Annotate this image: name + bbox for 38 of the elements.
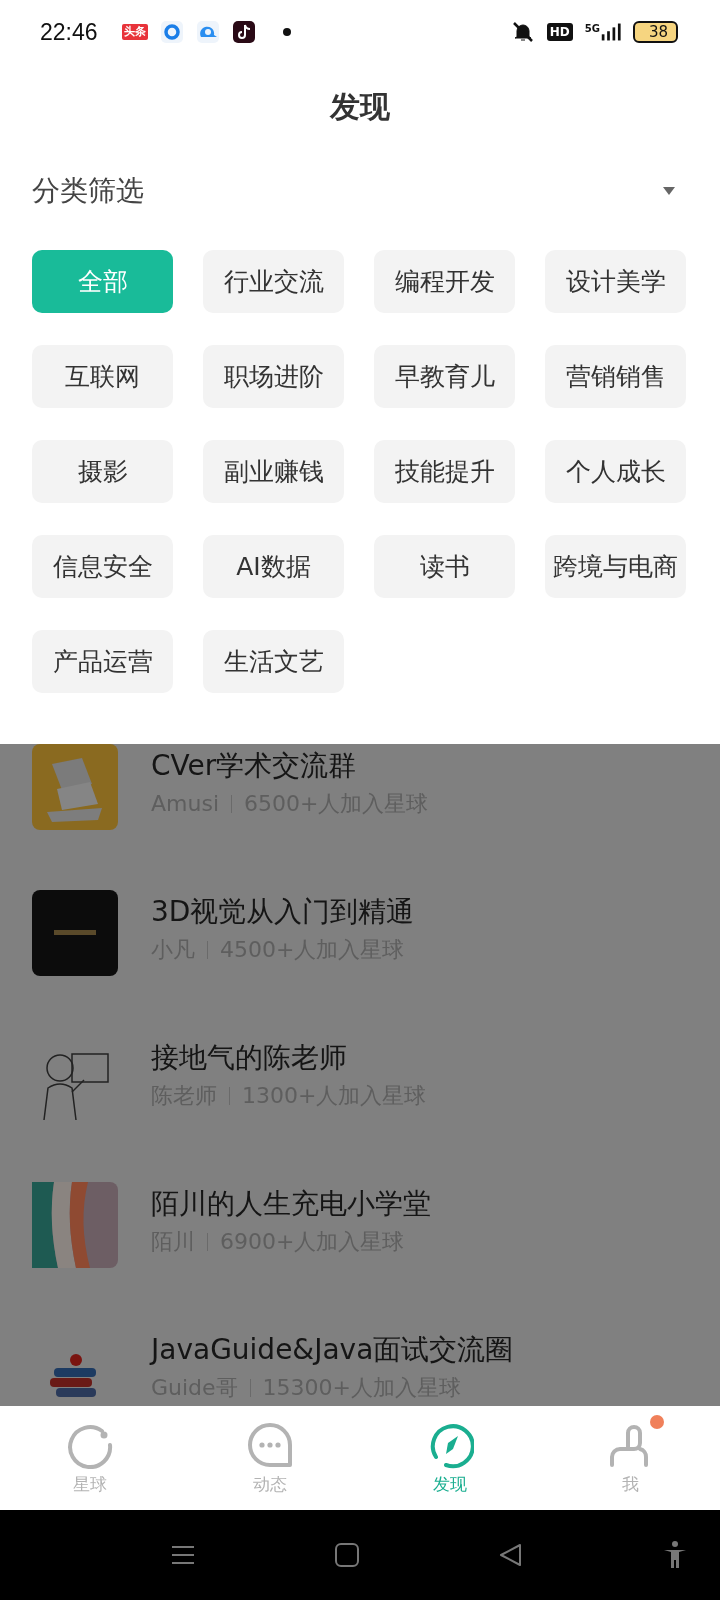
page-title: 发现 bbox=[330, 87, 390, 126]
category-chip[interactable]: 跨境与电商 bbox=[545, 535, 686, 598]
group-title[interactable]: CVer学术交流群 bbox=[151, 748, 429, 784]
caret-icon[interactable] bbox=[663, 186, 675, 196]
home-square-icon[interactable] bbox=[332, 1540, 362, 1570]
notification-dot-icon bbox=[281, 27, 292, 37]
category-chip[interactable]: 行业交流 bbox=[203, 250, 344, 313]
category-chip[interactable]: 营销销售 bbox=[545, 345, 686, 408]
network-type-label: 5G bbox=[584, 23, 600, 34]
hd-badge: HD bbox=[546, 23, 573, 41]
news-app-icon: 头条 bbox=[121, 23, 148, 41]
category-chip[interactable]: 早教育儿 bbox=[374, 345, 515, 408]
group-title[interactable]: 陌川的人生充电小学堂 bbox=[151, 1186, 431, 1222]
category-chip[interactable]: 设计美学 bbox=[545, 250, 686, 313]
category-chip[interactable]: 摄影 bbox=[32, 440, 173, 503]
filter-label: 分类筛选 bbox=[32, 173, 144, 209]
battery-indicator: 38 bbox=[632, 21, 678, 43]
muted-bell-icon bbox=[510, 20, 535, 44]
group-title[interactable]: JavaGuide&Java面试交流圈 bbox=[151, 1332, 514, 1368]
category-chip[interactable]: 副业赚钱 bbox=[203, 440, 344, 503]
category-chip[interactable]: 读书 bbox=[374, 535, 515, 598]
category-chip[interactable]: 个人成长 bbox=[545, 440, 686, 503]
category-chip[interactable]: 互联网 bbox=[32, 345, 173, 408]
category-chip[interactable]: 职场进阶 bbox=[203, 345, 344, 408]
signal-icon bbox=[600, 23, 621, 41]
category-chip[interactable]: 技能提升 bbox=[374, 440, 515, 503]
music-note-app-icon bbox=[231, 20, 256, 44]
group-title[interactable]: 接地气的陈老师 bbox=[151, 1040, 427, 1076]
chat-bubble-icon bbox=[246, 1420, 294, 1469]
category-chip[interactable]: 信息安全 bbox=[32, 535, 173, 598]
category-chip[interactable]: 产品运营 bbox=[32, 630, 173, 693]
group-title[interactable]: 3D视觉从入门到精通 bbox=[151, 894, 415, 930]
status-time: 22:46 bbox=[40, 18, 98, 46]
category-chip[interactable]: AI数据 bbox=[203, 535, 344, 598]
category-chip[interactable]: 生活文艺 bbox=[203, 630, 344, 693]
cloud-app-icon bbox=[195, 20, 220, 44]
ring-app-icon bbox=[159, 20, 184, 44]
category-chip[interactable]: 编程开发 bbox=[374, 250, 515, 313]
